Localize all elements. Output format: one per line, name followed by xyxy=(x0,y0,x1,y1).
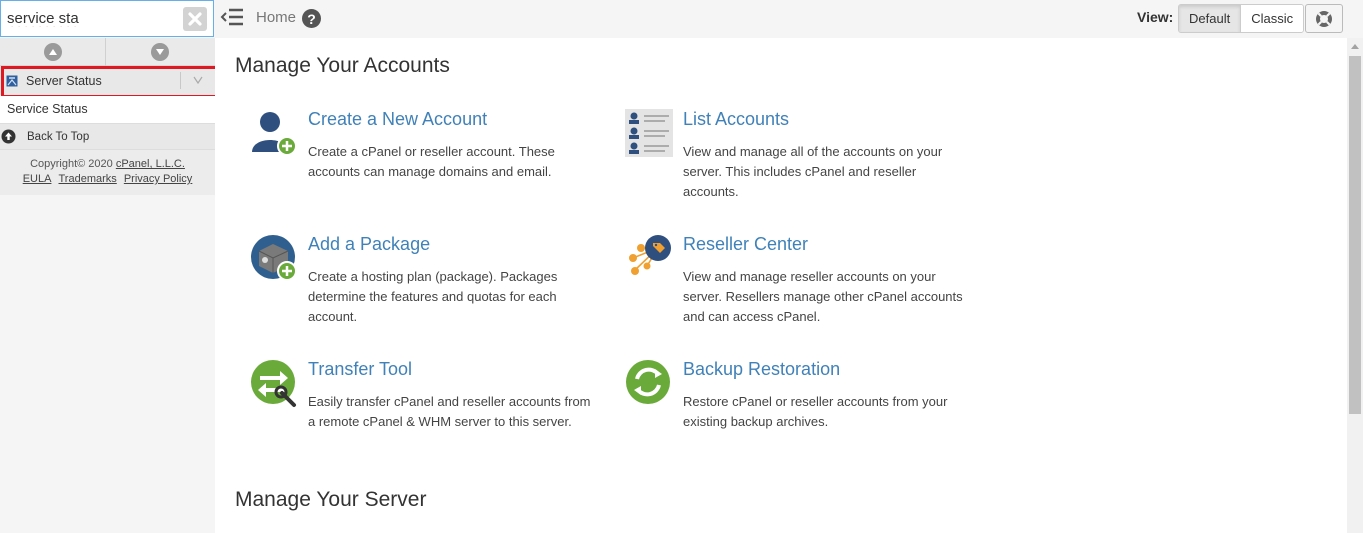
trademarks-link[interactable]: Trademarks xyxy=(59,173,117,185)
search-input[interactable] xyxy=(1,1,179,36)
result-navigation xyxy=(0,38,215,66)
close-icon xyxy=(188,12,202,26)
tool-description: Create a hosting plan (package). Package… xyxy=(308,269,558,324)
tool-title[interactable]: Transfer Tool xyxy=(308,359,412,380)
tool-title[interactable]: Create a New Account xyxy=(308,109,487,130)
copyright-text: Copyright© 2020 xyxy=(30,158,116,170)
back-to-top-label: Back To Top xyxy=(27,130,90,143)
section-title: Manage Your Accounts xyxy=(235,54,450,77)
sidebar-item-service-status[interactable]: Service Status xyxy=(0,96,215,123)
arrow-down-icon xyxy=(151,43,169,61)
arrow-up-icon xyxy=(43,43,62,61)
tool-title[interactable]: Backup Restoration xyxy=(683,359,840,380)
back-to-top-button[interactable]: Back To Top xyxy=(0,123,215,150)
breadcrumb-home[interactable]: Home xyxy=(256,9,296,26)
arrow-up-circle-icon xyxy=(1,129,16,144)
divider xyxy=(180,72,181,89)
tool-description: Restore cPanel or reseller accounts from… xyxy=(683,394,948,429)
view-classic-button[interactable]: Classic xyxy=(1241,5,1304,32)
help-icon[interactable]: ? xyxy=(302,9,321,28)
reseller-center-icon xyxy=(629,235,671,275)
eula-link[interactable]: EULA xyxy=(23,173,52,185)
sidebar-footer: Copyright© 2020 cPanel, L.L.C. EULA Trad… xyxy=(0,150,215,195)
main-content: Manage Your Accounts Create a New Accoun… xyxy=(215,38,1347,533)
search-box xyxy=(0,0,214,37)
clear-search-button[interactable] xyxy=(183,7,207,31)
sidebar: Server Status Service Status Back To Top… xyxy=(0,0,219,533)
add-package-icon xyxy=(251,235,297,281)
top-bar: Home ? View: Default Classic xyxy=(215,0,1363,38)
support-button[interactable] xyxy=(1305,4,1343,33)
chevron-down-icon[interactable] xyxy=(192,72,204,88)
view-toggle: Default Classic xyxy=(1178,4,1305,33)
tool-description: View and manage reseller accounts on you… xyxy=(683,269,963,324)
previous-result-button[interactable] xyxy=(0,38,106,66)
backup-restoration-icon xyxy=(626,360,670,404)
company-link[interactable]: cPanel, L.L.C. xyxy=(116,158,185,170)
view-label: View: xyxy=(1137,9,1174,25)
section-title: Manage Your Server xyxy=(235,488,427,511)
tool-description: View and manage all of the accounts on y… xyxy=(683,144,943,199)
category-label: Server Status xyxy=(26,73,102,88)
server-status-icon xyxy=(6,75,18,86)
tool-title[interactable]: Add a Package xyxy=(308,234,430,255)
transfer-tool-icon xyxy=(251,360,296,407)
add-user-icon xyxy=(252,112,297,156)
tool-description: Create a cPanel or reseller account. The… xyxy=(308,144,555,179)
scrollbar[interactable] xyxy=(1347,38,1363,533)
menu-collapse-icon[interactable] xyxy=(220,6,244,28)
tool-title[interactable]: Reseller Center xyxy=(683,234,808,255)
category-server-status[interactable]: Server Status xyxy=(0,66,215,95)
list-accounts-icon xyxy=(625,109,673,157)
next-result-button[interactable] xyxy=(107,38,213,66)
tool-title[interactable]: List Accounts xyxy=(683,109,789,130)
scroll-up-icon[interactable] xyxy=(1351,44,1359,49)
lifebuoy-icon xyxy=(1316,10,1332,27)
scrollbar-thumb[interactable] xyxy=(1349,56,1361,414)
privacy-policy-link[interactable]: Privacy Policy xyxy=(124,173,192,185)
view-default-button[interactable]: Default xyxy=(1179,5,1242,32)
tool-description: Easily transfer cPanel and reseller acco… xyxy=(308,394,591,429)
